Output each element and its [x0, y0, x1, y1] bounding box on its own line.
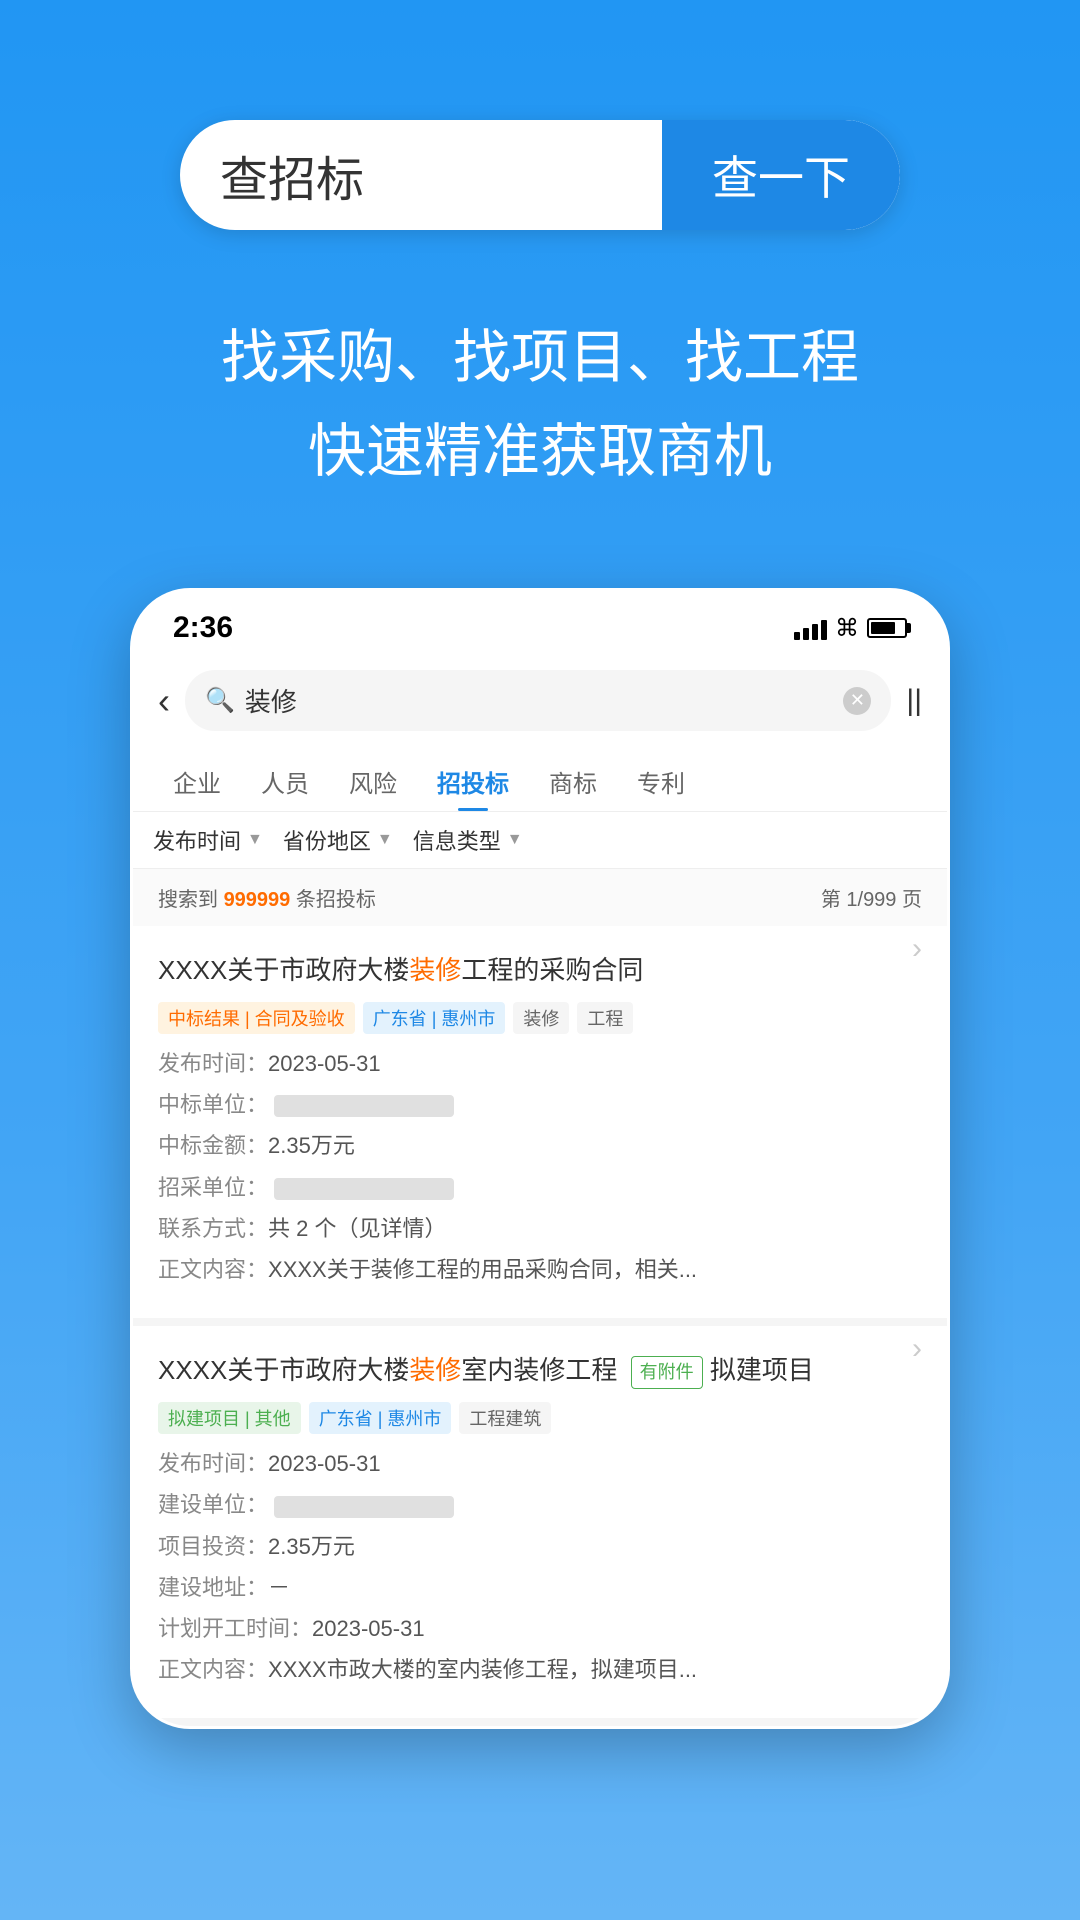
card-1-highlight: 装修 — [409, 955, 461, 985]
battery-fill — [871, 622, 895, 634]
signal-icon — [794, 616, 827, 640]
card-1-amount: 中标金额：2.35万元 — [158, 1128, 922, 1163]
phone-mockup: 2:36 ⌘ ‹ 🔍 装修 ✕ || — [130, 588, 950, 1729]
tab-risk[interactable]: 风险 — [329, 746, 417, 811]
result-card-2[interactable]: XXXX关于市政府大楼装修室内装修工程 有附件 拟建项目 › 拟建项目 | 其他… — [133, 1326, 947, 1726]
phone-search-bar: ‹ 🔍 装修 ✕ || — [133, 655, 947, 746]
results-page: 第 1/999 页 — [821, 883, 922, 912]
card-2-tag-type: 拟建项目 | 其他 — [158, 1402, 301, 1434]
result-card-1[interactable]: XXXX关于市政府大楼装修工程的采购合同 › 中标结果 | 合同及验收 广东省 … — [133, 926, 947, 1326]
results-info-bar: 搜索到 999999 条招投标 第 1/999 页 — [133, 869, 947, 926]
card-1-contact: 联系方式：共 2 个（见详情） — [158, 1211, 922, 1246]
search-input-text: 查招标 — [220, 140, 364, 210]
battery-icon — [867, 618, 907, 638]
filter-time-label: 发布时间 — [153, 824, 241, 856]
card-2-publish-date: 发布时间：2023-05-31 — [158, 1446, 922, 1481]
tab-company[interactable]: 企业 — [153, 746, 241, 811]
filter-icon[interactable]: || — [906, 684, 922, 718]
filter-type-label: 信息类型 — [413, 824, 501, 856]
filter-row: 发布时间 ▼ 省份地区 ▼ 信息类型 ▼ — [133, 812, 947, 869]
card-2-tags: 拟建项目 | 其他 广东省 | 惠州市 工程建筑 — [158, 1402, 922, 1434]
card-1-title: XXXX关于市政府大楼装修工程的采购合同 › — [158, 951, 922, 990]
card-2-builder-blurred — [274, 1496, 454, 1518]
card-2-tag-keyword1: 工程建筑 — [459, 1402, 551, 1434]
tagline-line1: 找采购、找项目、找工程 — [0, 310, 1080, 394]
card-1-purchaser-blurred — [274, 1178, 454, 1200]
wifi-icon: ⌘ — [835, 614, 859, 643]
status-icons: ⌘ — [794, 614, 907, 643]
filter-publish-time[interactable]: 发布时间 ▼ — [153, 824, 263, 856]
search-button[interactable]: 查一下 — [662, 120, 900, 230]
tab-person[interactable]: 人员 — [241, 746, 329, 811]
search-icon: 🔍 — [205, 686, 235, 715]
filter-region-arrow: ▼ — [377, 831, 393, 849]
clear-button[interactable]: ✕ — [843, 687, 871, 715]
card-2-start-time: 计划开工时间：2023-05-31 — [158, 1611, 922, 1646]
card-1-purchaser: 招采单位： — [158, 1170, 922, 1205]
card-1-winner: 中标单位： — [158, 1087, 922, 1122]
tab-bar: 企业 人员 风险 招投标 商标 专利 — [133, 746, 947, 812]
tagline-line2: 快速精准获取商机 — [0, 404, 1080, 488]
card-2-attachment-badge: 有附件 — [631, 1356, 703, 1389]
signal-bar-2 — [803, 628, 809, 640]
phone-search-value: 装修 — [245, 682, 297, 719]
card-1-tag-region: 广东省 | 惠州市 — [363, 1002, 506, 1034]
card-2-builder: 建设单位： — [158, 1487, 922, 1522]
filter-region-label: 省份地区 — [283, 824, 371, 856]
tab-bidding[interactable]: 招投标 — [417, 746, 529, 811]
results-prefix: 搜索到 — [158, 889, 224, 911]
filter-type-arrow: ▼ — [507, 831, 523, 849]
filter-info-type[interactable]: 信息类型 ▼ — [413, 824, 523, 856]
card-1-tag-type: 中标结果 | 合同及验收 — [158, 1002, 355, 1034]
card-2-investment: 项目投资：2.35万元 — [158, 1529, 922, 1564]
card-2-content: 正文内容：XXXX市政大楼的室内装修工程，拟建项目... — [158, 1652, 922, 1687]
results-count: 999999 — [224, 889, 291, 911]
signal-bar-1 — [794, 632, 800, 640]
main-search-bar: 查招标 查一下 — [180, 120, 900, 230]
card-1-tag-keyword1: 装修 — [513, 1002, 569, 1034]
status-bar: 2:36 ⌘ — [133, 591, 947, 655]
card-2-tag-region: 广东省 | 惠州市 — [309, 1402, 452, 1434]
back-button[interactable]: ‹ — [158, 680, 170, 722]
status-time: 2:36 — [173, 611, 233, 645]
card-2-arrow: › — [912, 1326, 922, 1371]
signal-bar-3 — [812, 624, 818, 640]
tab-trademark[interactable]: 商标 — [529, 746, 617, 811]
filter-time-arrow: ▼ — [247, 831, 263, 849]
phone-search-input[interactable]: 🔍 装修 ✕ — [185, 670, 891, 731]
card-1-content: 正文内容：XXXX关于装修工程的用品采购合同，相关... — [158, 1252, 922, 1287]
search-input-area[interactable]: 查招标 — [180, 140, 662, 210]
card-1-arrow: › — [912, 926, 922, 971]
search-section: 查招标 查一下 — [0, 0, 1080, 290]
signal-bar-4 — [821, 620, 827, 640]
tagline-section: 找采购、找项目、找工程 快速精准获取商机 — [0, 290, 1080, 548]
card-2-title: XXXX关于市政府大楼装修室内装修工程 有附件 拟建项目 › — [158, 1351, 922, 1390]
card-1-publish-date: 发布时间：2023-05-31 — [158, 1046, 922, 1081]
card-2-address: 建设地址：－ — [158, 1570, 922, 1605]
card-1-tags: 中标结果 | 合同及验收 广东省 | 惠州市 装修 工程 — [158, 1002, 922, 1034]
card-1-winner-blurred — [274, 1095, 454, 1117]
results-count-text: 搜索到 999999 条招投标 — [158, 883, 376, 912]
filter-region[interactable]: 省份地区 ▼ — [283, 824, 393, 856]
tab-patent[interactable]: 专利 — [617, 746, 705, 811]
phone-wrapper: 2:36 ⌘ ‹ 🔍 装修 ✕ || — [0, 548, 1080, 1729]
card-1-tag-keyword2: 工程 — [577, 1002, 633, 1034]
results-suffix: 条招投标 — [296, 889, 376, 911]
card-2-highlight: 装修 — [409, 1355, 461, 1385]
